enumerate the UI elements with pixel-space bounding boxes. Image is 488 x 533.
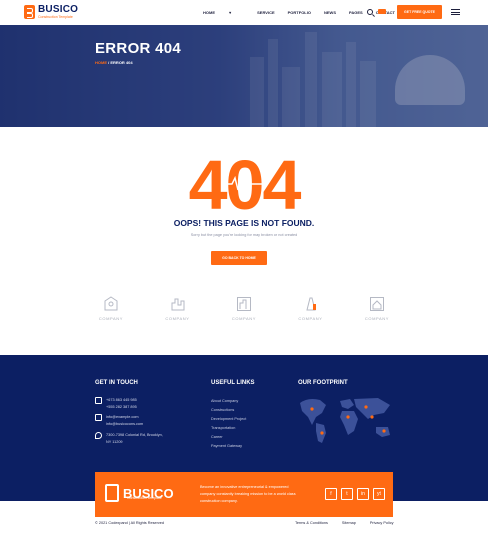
client-logos: COMPANY COMPANY COMPANY COMPANY COMPANY (95, 296, 393, 324)
language-flag-icon[interactable] (378, 9, 386, 14)
brand-name: BUSICO (38, 4, 79, 15)
hamburger-menu-icon[interactable] (451, 9, 460, 15)
page-title: ERROR 404 (95, 40, 182, 57)
phone-icon (95, 397, 102, 404)
home-frame-icon (370, 297, 384, 311)
client-logo: COMPANY (295, 296, 327, 324)
error-message: Sorry but the page you're looking for ma… (190, 233, 298, 237)
client-logo: COMPANY (162, 296, 194, 324)
logo-mark-icon (105, 484, 119, 502)
address-line: 7300-7398 Colonial Rd, Brooklyn, (106, 433, 163, 437)
footer-brand-description: Become an innovative entrepreneurial & e… (200, 485, 296, 503)
nav-item-portfolio[interactable]: PORTFOLIO (288, 10, 311, 15)
breadcrumb-home-link[interactable]: HOME (95, 60, 107, 65)
go-back-home-button[interactable]: GO BACK TO HOME (211, 251, 267, 265)
footer-brand-tagline: Construction Template (127, 496, 162, 500)
phone-link[interactable]: +555 282 387 895 (106, 404, 137, 411)
sitemap-link[interactable]: Sitemap (342, 521, 356, 525)
phone-contact: +673 863 445 985 +555 282 387 895 (95, 397, 137, 411)
site-header: BUSICO Construction Template HOME ▾ SERV… (0, 0, 488, 25)
privacy-policy-link[interactable]: Privacy Policy (370, 521, 394, 525)
email-link[interactable]: info@busicocons.com (106, 421, 143, 428)
nav-item-news[interactable]: NEWS (324, 10, 336, 15)
footer-link[interactable]: Career (211, 433, 246, 442)
nav-item-home[interactable]: HOME ▾ (203, 10, 244, 15)
footer-cta-banner: BUSICO Construction Template Become an i… (95, 472, 393, 517)
useful-links-heading: USEFUL LINKS (211, 380, 255, 386)
framed-buildings-icon (237, 297, 251, 311)
client-logo: COMPANY (228, 296, 260, 324)
phone-link[interactable]: +673 863 445 985 (106, 397, 137, 404)
footer-link[interactable]: Constructions (211, 406, 246, 415)
get-free-quote-button[interactable]: GET FREE QUOTE (397, 5, 442, 19)
world-map-image (300, 398, 390, 443)
tower-icon (305, 297, 316, 311)
youtube-icon[interactable]: yt (373, 488, 385, 500)
footer-link[interactable]: About Company (211, 397, 246, 406)
social-links: f t in yt (325, 488, 389, 500)
chevron-down-icon: ▾ (229, 10, 232, 15)
email-contact: info@example.com info@busicocons.com (95, 414, 143, 428)
useful-links-list: About Company Constructions Development … (211, 397, 246, 451)
address-line: NY 11209 (106, 440, 123, 444)
twitter-icon[interactable]: t (341, 488, 353, 500)
city-buildings-icon (171, 298, 184, 311)
brand-tagline: Construction Template (38, 15, 73, 19)
brand-logo[interactable]: BUSICO Construction Template (24, 5, 78, 20)
heartbeat-line-icon (224, 173, 264, 193)
mail-icon (95, 414, 102, 421)
client-logo: COMPANY (361, 296, 393, 324)
error-heading: OOPS! THIS PAGE IS NOT FOUND. (173, 218, 315, 228)
breadcrumb: HOME / ERROR 404 (95, 60, 133, 65)
bottom-bar (0, 517, 488, 533)
nav-item-service[interactable]: SERVICE (257, 10, 275, 15)
location-pin-icon (95, 432, 102, 439)
footer-link[interactable]: Payment Gateway (211, 442, 246, 451)
email-link[interactable]: info@example.com (106, 414, 143, 421)
footer-link[interactable]: Development Project (211, 415, 246, 424)
contact-heading: GET IN TOUCH (95, 380, 138, 386)
search-icon[interactable] (367, 9, 373, 15)
breadcrumb-current: ERROR 404 (110, 60, 133, 65)
page-hero (0, 25, 488, 127)
terms-link[interactable]: Terms & Conditions (295, 521, 328, 525)
footprint-heading: OUR FOOTPRINT (298, 380, 348, 386)
facebook-icon[interactable]: f (325, 488, 337, 500)
nav-item-pages[interactable]: PAGES (349, 10, 363, 15)
client-logo: COMPANY (95, 296, 127, 324)
copyright-text: © 2021 Codexpand | All Rights Reserved (95, 521, 165, 525)
footer-link[interactable]: Transportation (211, 424, 246, 433)
legal-links: Terms & Conditions Sitemap Privacy Polic… (295, 521, 394, 525)
address-contact: 7300-7398 Colonial Rd, Brooklyn, NY 11209 (95, 432, 163, 446)
logo-mark-icon (24, 5, 35, 20)
location-building-icon (104, 296, 118, 311)
instagram-icon[interactable]: in (357, 488, 369, 500)
